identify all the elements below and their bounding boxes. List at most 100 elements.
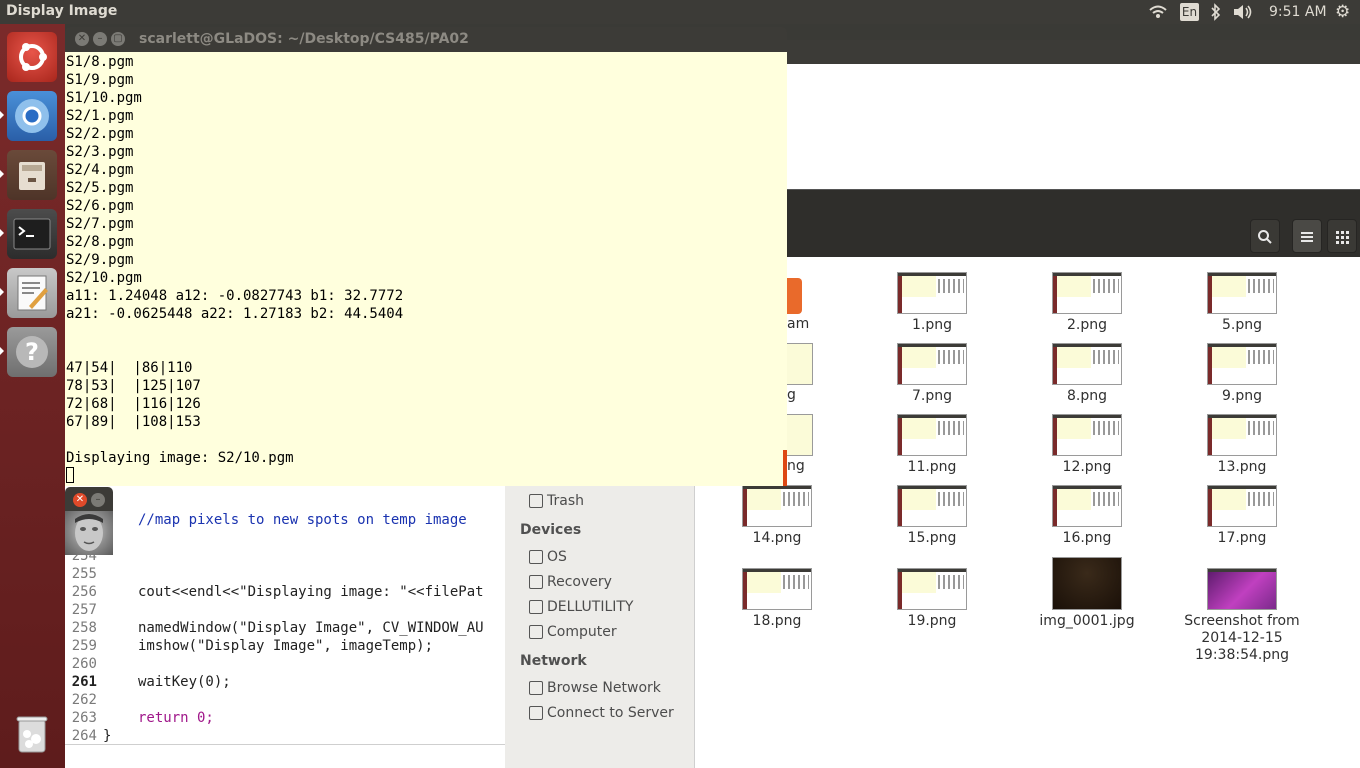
clock[interactable]: 9:51 AM [1269,0,1327,24]
terminal-line: a21: -0.0625448 a22: 1.27183 b2: 44.5404 [66,306,404,322]
trash-icon[interactable] [7,708,57,758]
terminal-window[interactable]: ✕ – ▢ scarlett@GLaDOS: ~/Desktop/CS485/P… [65,27,787,486]
search-button[interactable] [1250,219,1280,253]
file-thumbnail [897,485,967,527]
line-number: 259 [71,638,97,654]
file-name: 8.png [1066,388,1107,404]
file-item[interactable]: Screenshot from 2014-12-15 19:38:54.png [1172,568,1312,664]
sidebar-item-label: Connect to Server [547,705,674,721]
sidebar-item-browse-network[interactable]: Browse Network [529,678,661,698]
partial-file-label[interactable]: g [787,387,796,403]
line-number: 255 [71,566,97,582]
sidebar-item-label: Trash [547,493,584,509]
file-item[interactable]: 8.png [1017,343,1157,405]
gear-icon[interactable]: ⚙ [1335,0,1350,24]
network-icon [529,681,543,695]
terminal-line: 72|68| |116|126 [66,396,201,412]
wifi-icon[interactable] [1148,0,1168,24]
terminal-line: S2/8.pgm [66,234,134,250]
file-item[interactable]: 5.png [1172,272,1312,334]
sidebar-item-dellutility[interactable]: DELLUTILITY [529,597,634,617]
file-item[interactable]: 13.png [1172,414,1312,476]
file-thumbnail [1207,343,1277,385]
terminal-line: S2/3.pgm [66,144,134,160]
bluetooth-icon[interactable] [1210,0,1222,24]
minimize-button[interactable]: – [93,32,107,46]
ubuntu-dash-icon[interactable] [7,32,57,82]
terminal-line: S2/1.pgm [66,108,134,124]
display-image-window[interactable]: ✕ – [65,487,113,555]
help-icon[interactable]: ? [7,327,57,377]
file-item[interactable]: 15.png [862,485,1002,547]
running-indicator [0,170,4,178]
terminal-icon[interactable] [7,209,57,259]
file-item[interactable]: 18.png [707,568,847,630]
running-indicator [0,229,4,237]
line-number: 260 [71,656,97,672]
file-item[interactable]: img_0001.jpg [1017,557,1157,630]
file-thumbnail [897,414,967,456]
file-thumbnail [742,485,812,527]
chromium-icon[interactable] [7,91,57,141]
files-icon[interactable] [7,150,57,200]
keyboard-layout-indicator[interactable]: En [1180,3,1199,21]
file-thumbnail [1052,485,1122,527]
sidebar-item-recovery[interactable]: Recovery [529,572,612,592]
file-name: img_0001.jpg [1039,613,1135,629]
file-thumbnail [1052,343,1122,385]
file-name: 11.png [907,459,957,475]
volume-icon[interactable] [1232,0,1254,24]
code-text: namedWindow("Display Image", CV_WINDOW_A… [138,620,484,636]
file-item[interactable]: 14.png [707,485,847,547]
partial-file-label[interactable]: am [787,316,809,332]
file-item[interactable]: 1.png [862,272,1002,334]
minimize-button[interactable]: – [91,493,105,507]
image-thumbnail [1052,557,1122,610]
code-line: 264} [65,727,112,745]
partial-file-thumbnail[interactable] [787,414,813,456]
svg-text:?: ? [25,338,39,366]
code-editor[interactable]: //map pixels to new spots on temp image … [65,485,505,768]
sidebar-item-os[interactable]: OS [529,547,567,567]
file-item[interactable]: 2.png [1017,272,1157,334]
file-item[interactable]: 7.png [862,343,1002,405]
code-line: 260 [65,655,97,673]
file-item[interactable]: 19.png [862,568,1002,630]
partial-file-thumbnail[interactable] [787,343,813,385]
code-line: 257 [65,601,97,619]
line-number: 256 [71,584,97,600]
file-name: 2.png [1066,317,1107,333]
terminal-output[interactable]: S1/8.pgm S1/9.pgm S1/10.pgm S2/1.pgm S2/… [65,52,787,486]
close-button[interactable]: ✕ [75,32,89,46]
maximize-button[interactable]: ▢ [111,32,125,46]
terminal-line: 47|54| |86|110 [66,360,193,376]
terminal-line: S2/9.pgm [66,252,134,268]
file-name: 7.png [911,388,952,404]
file-item[interactable]: 9.png [1172,343,1312,405]
file-thumbnail [1207,414,1277,456]
terminal-line: S1/10.pgm [66,90,142,106]
terminal-title: scarlett@GLaDOS: ~/Desktop/CS485/PA02 [139,31,469,47]
sidebar-item-label: DELLUTILITY [547,599,634,615]
list-view-button[interactable] [1292,219,1322,253]
text-editor-icon[interactable] [7,268,57,318]
sidebar-item-connect-to-server[interactable]: Connect to Server [529,703,674,723]
code-text: return 0; [138,710,214,726]
close-button[interactable]: ✕ [73,493,87,507]
sidebar-item-computer[interactable]: Computer [529,622,617,642]
trash-icon [529,494,543,508]
partial-file-label[interactable]: ng [787,458,805,474]
code-line: 255 [65,565,97,583]
running-indicator [0,288,4,296]
file-item[interactable]: 11.png [862,414,1002,476]
line-number-current: 261 [71,674,97,690]
drive-icon [529,550,543,564]
sidebar-item-trash[interactable]: Trash [529,491,584,511]
terminal-line: S1/9.pgm [66,72,134,88]
sidebar-item-label: Computer [547,624,617,640]
grid-view-button[interactable] [1327,219,1357,253]
file-item[interactable]: 16.png [1017,485,1157,547]
file-item[interactable]: 12.png [1017,414,1157,476]
file-item[interactable]: 17.png [1172,485,1312,547]
terminal-scroll-indicator[interactable] [783,450,787,486]
